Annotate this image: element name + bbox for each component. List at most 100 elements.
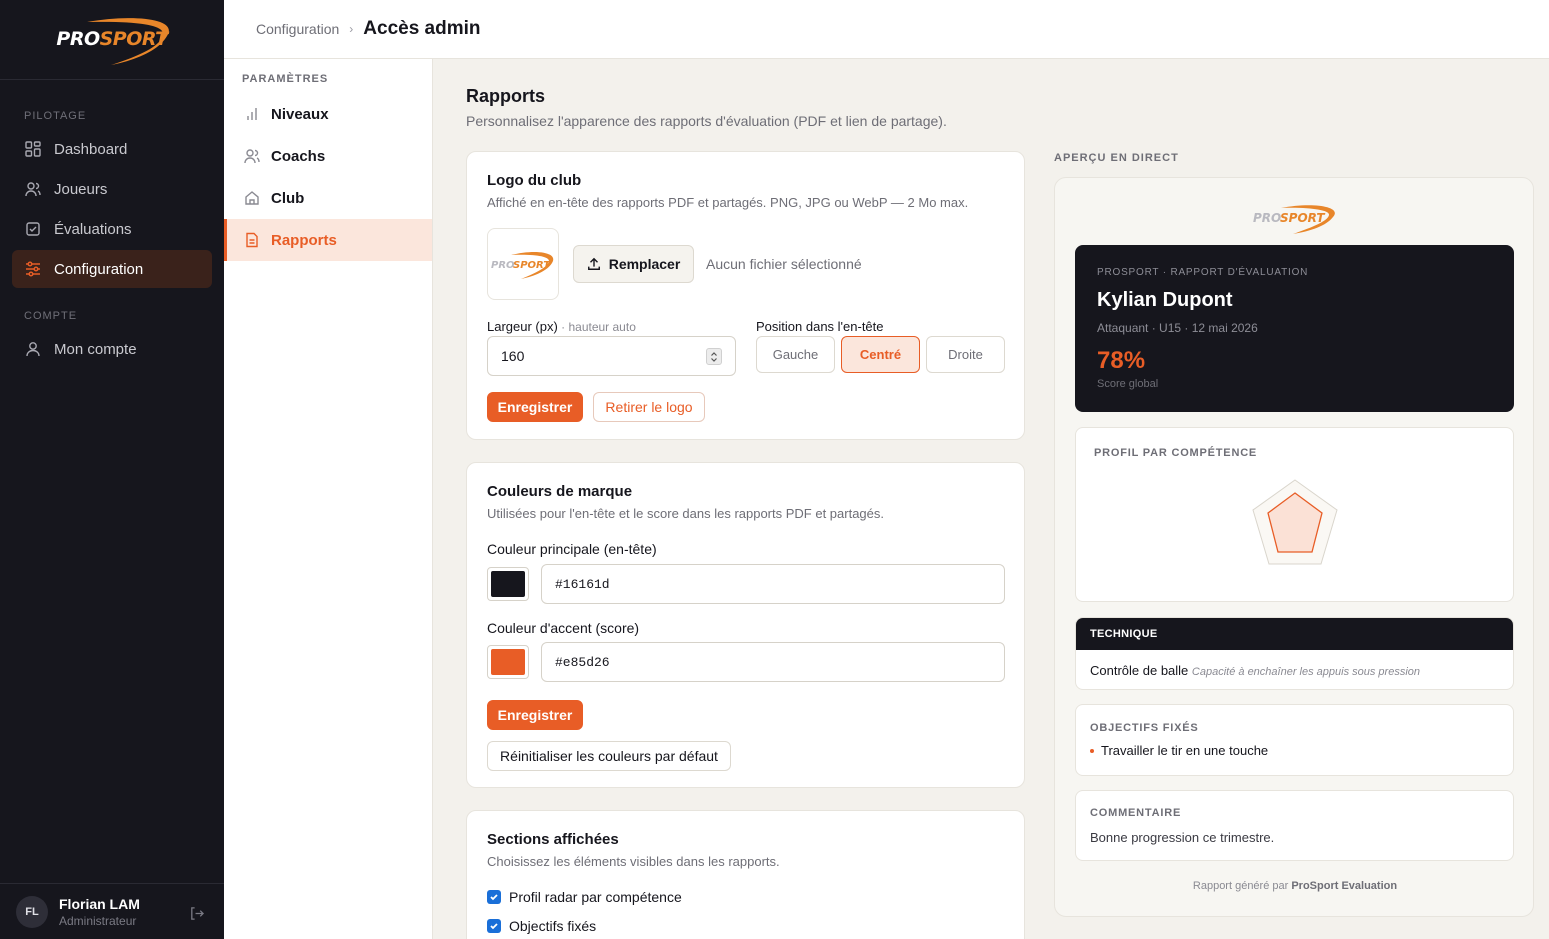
replace-logo-button[interactable]: Remplacer (573, 245, 694, 283)
replace-label: Remplacer (608, 256, 681, 272)
clipboard-check-icon (24, 220, 42, 238)
brand-sport: SPORT (99, 27, 169, 50)
breadcrumb-configuration[interactable]: Configuration (256, 21, 339, 37)
nav-item-dashboard[interactable]: Dashboard (12, 130, 212, 168)
preview-footer-prefix: Rapport généré par (1192, 880, 1292, 892)
sections-card: Sections affichées Choisissez les élémen… (466, 810, 1025, 939)
preview-player-name: Kylian Dupont (1097, 289, 1233, 311)
number-stepper[interactable] (706, 348, 722, 365)
accent-color-input[interactable]: #e85d26 (541, 642, 1005, 682)
sections-card-title: Sections affichées (487, 831, 619, 848)
preview-logo: PRO SPORT (1251, 198, 1339, 241)
preview-objectives-title: OBJECTIFS FIXÉS (1090, 722, 1199, 734)
preview-radar-title: PROFIL PAR COMPÉTENCE (1094, 447, 1258, 459)
save-logo-button[interactable]: Enregistrer (487, 392, 583, 422)
logout-icon[interactable] (189, 906, 204, 926)
user-role: Administrateur (59, 913, 137, 928)
upload-icon (587, 257, 601, 271)
position-gauche[interactable]: Gauche (756, 336, 835, 373)
preview-footer: Rapport généré par ProSport Evaluation (1055, 880, 1535, 892)
nav-item-mon-compte[interactable]: Mon compte (12, 330, 212, 368)
avatar: FL (16, 895, 48, 928)
sections-card-desc: Choisissez les éléments visibles dans le… (487, 854, 780, 869)
position-label: Position dans l'en-tête (756, 319, 884, 334)
page-title: Accès admin (363, 18, 481, 39)
logo-card: Logo du club Affiché en en-tête des rapp… (466, 151, 1025, 440)
subnav-item-rapports[interactable]: Rapports (224, 219, 432, 261)
home-icon (244, 190, 260, 206)
club-logo-icon: PRO SPORT (1253, 205, 1335, 234)
preview-player-meta: Attaquant · U15 · 12 mai 2026 (1097, 321, 1258, 335)
checkbox-objectifs[interactable]: Objectifs fixés (487, 918, 596, 934)
subnav-item-coachs[interactable]: Coachs (224, 135, 432, 177)
bar-chart-icon (244, 106, 260, 122)
preview-technique-card: TECHNIQUE Contrôle de balle Capacité à e… (1075, 617, 1514, 690)
user-icon (24, 340, 42, 358)
checkbox-checked-icon (487, 890, 501, 904)
primary-color-value: #16161d (555, 576, 610, 592)
logo-card-title: Logo du club (487, 172, 582, 189)
preview-comment-card: COMMENTAIRE Bonne progression ce trimest… (1075, 790, 1514, 861)
preview-kicker: PROSPORT · RAPPORT D'ÉVALUATION (1097, 267, 1309, 278)
svg-text:PRO: PRO (491, 260, 515, 271)
accent-color-label: Couleur d'accent (score) (487, 620, 640, 636)
preview-label: APERÇU EN DIRECT (1054, 152, 1179, 164)
radar-chart-icon (1252, 479, 1338, 565)
accent-color-value: #e85d26 (555, 654, 610, 670)
subnav-item-niveaux[interactable]: Niveaux (224, 93, 432, 135)
width-input[interactable]: 160 (487, 336, 736, 376)
logo-card-desc: Affiché en en-tête des rapports PDF et p… (487, 195, 969, 210)
checkbox-radar[interactable]: Profil radar par compétence (487, 889, 682, 905)
brand-logo[interactable]: PROSPORT (0, 0, 224, 80)
svg-text:SPORT: SPORT (513, 260, 551, 271)
live-preview: PRO SPORT PROSPORT · RAPPORT D'ÉVALUATIO… (1054, 177, 1534, 917)
primary-color-swatch[interactable] (487, 567, 529, 601)
accent-color-swatch[interactable] (487, 645, 529, 679)
user-name: Florian LAM (59, 895, 140, 912)
nav-section-pilotage: PILOTAGE (24, 110, 87, 122)
sliders-icon (24, 260, 42, 278)
preview-score: 78% (1097, 347, 1146, 374)
nav-item-configuration[interactable]: Configuration (12, 250, 212, 288)
remove-logo-button[interactable]: Retirer le logo (593, 392, 705, 422)
nav-label: Joueurs (54, 180, 108, 198)
nav-label: Dashboard (54, 140, 128, 158)
primary-color-input[interactable]: #16161d (541, 564, 1005, 604)
settings-subnav: PARAMÈTRES Niveaux Coachs Club Rapports (224, 59, 433, 939)
preview-technique-title: TECHNIQUE (1076, 618, 1513, 650)
checkbox-label: Objectifs fixés (509, 918, 597, 934)
preview-technique-item: Contrôle de balle (1090, 663, 1189, 678)
main-content: Rapports Personnalisez l'apparence des r… (433, 59, 1549, 939)
topbar: Configuration › Accès admin (224, 0, 1549, 59)
section-subtitle: Personnalisez l'apparence des rapports d… (466, 113, 947, 129)
nav-label: Mon compte (54, 340, 137, 358)
document-icon (244, 232, 260, 248)
preview-radar-card: PROFIL PAR COMPÉTENCE (1075, 427, 1514, 602)
sidebar: PROSPORT PILOTAGE Dashboard Joueurs Éval… (0, 0, 224, 939)
preview-technique-note: Capacité à enchaîner les appuis sous pre… (1191, 666, 1421, 678)
breadcrumb-separator: › (349, 22, 354, 36)
nav-item-joueurs[interactable]: Joueurs (12, 170, 212, 208)
svg-text:PRO: PRO (1253, 211, 1281, 225)
users-icon (244, 148, 260, 164)
dashboard-icon (24, 140, 42, 158)
primary-color-label: Couleur principale (en-tête) (487, 541, 657, 557)
preview-comment: Bonne progression ce trimestre. (1090, 830, 1275, 845)
nav-item-evaluations[interactable]: Évaluations (12, 210, 212, 248)
position-droite[interactable]: Droite (926, 336, 1005, 373)
section-title: Rapports (466, 86, 546, 106)
colors-card-desc: Utilisées pour l'en-tête et le score dan… (487, 506, 885, 521)
checkbox-checked-icon (487, 919, 501, 933)
nav-section-compte: COMPTE (24, 310, 78, 322)
no-file-text: Aucun fichier sélectionné (706, 256, 862, 272)
subnav-label: Rapports (271, 231, 337, 249)
save-colors-button[interactable]: Enregistrer (487, 700, 583, 730)
nav-label: Évaluations (54, 220, 132, 238)
position-centre[interactable]: Centré (841, 336, 920, 373)
reset-colors-button[interactable]: Réinitialiser les couleurs par défaut (487, 741, 731, 771)
preview-objectives-card: OBJECTIFS FIXÉS Travailler le tir en une… (1075, 704, 1514, 776)
subnav-item-club[interactable]: Club (224, 177, 432, 219)
subnav-label: Niveaux (271, 105, 329, 123)
users-icon (24, 180, 42, 198)
preview-score-label: Score global (1097, 378, 1159, 390)
